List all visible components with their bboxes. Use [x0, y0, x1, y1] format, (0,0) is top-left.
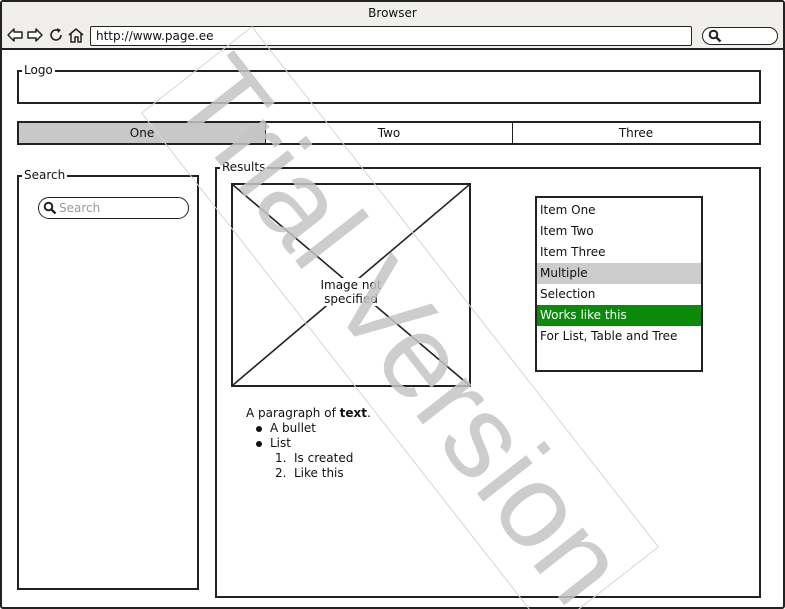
- toolbar-search-field[interactable]: [702, 27, 778, 45]
- bullet-marker: [256, 441, 262, 447]
- numbered-item: Is created: [294, 451, 354, 465]
- list-item[interactable]: Item Two: [537, 221, 701, 242]
- selection-list: Item One Item Two Item Three Multiple Se…: [535, 196, 703, 372]
- paragraph-text: A paragraph of: [246, 406, 340, 420]
- paragraph: A paragraph of text.: [246, 406, 371, 420]
- logo-box: [17, 70, 761, 104]
- search-panel-label: Search: [22, 168, 68, 182]
- list-item[interactable]: Item One: [537, 200, 701, 221]
- search-icon: [43, 201, 57, 215]
- list-item[interactable]: For List, Table and Tree: [537, 326, 701, 347]
- reload-icon[interactable]: [47, 26, 65, 44]
- list-item[interactable]: Selection: [537, 284, 701, 305]
- tab-two[interactable]: Two: [266, 123, 513, 143]
- search-input[interactable]: Search: [38, 197, 189, 219]
- bullet-item: A bullet: [270, 421, 317, 435]
- numbered-marker: 1.: [275, 451, 287, 465]
- image-caption: Image not specified: [293, 278, 409, 306]
- paragraph-bold: text: [339, 406, 367, 420]
- search-panel: [17, 175, 199, 590]
- back-arrow-icon[interactable]: [6, 26, 24, 44]
- address-bar[interactable]: http://www.page.ee: [90, 26, 692, 46]
- search-icon: [708, 29, 722, 43]
- list-item-selected[interactable]: Multiple: [537, 263, 701, 284]
- numbered-marker: 2.: [275, 466, 287, 480]
- forward-arrow-icon[interactable]: [26, 26, 44, 44]
- tab-bar: One Two Three: [17, 121, 761, 145]
- logo-label: Logo: [22, 63, 55, 77]
- tab-three[interactable]: Three: [513, 123, 759, 143]
- bullet-marker: [256, 426, 262, 432]
- numbered-item: Like this: [294, 466, 344, 480]
- search-placeholder: Search: [59, 201, 101, 215]
- list-item-highlighted[interactable]: Works like this: [537, 305, 701, 326]
- image-placeholder: Image not specified: [231, 183, 471, 387]
- window-title: Browser: [368, 6, 417, 20]
- home-icon[interactable]: [67, 26, 85, 44]
- paragraph-end: .: [366, 406, 371, 420]
- results-panel-label: Results: [220, 160, 268, 174]
- bullet-item: List: [270, 436, 291, 450]
- tab-one[interactable]: One: [19, 123, 266, 143]
- list-item[interactable]: Item Three: [537, 242, 701, 263]
